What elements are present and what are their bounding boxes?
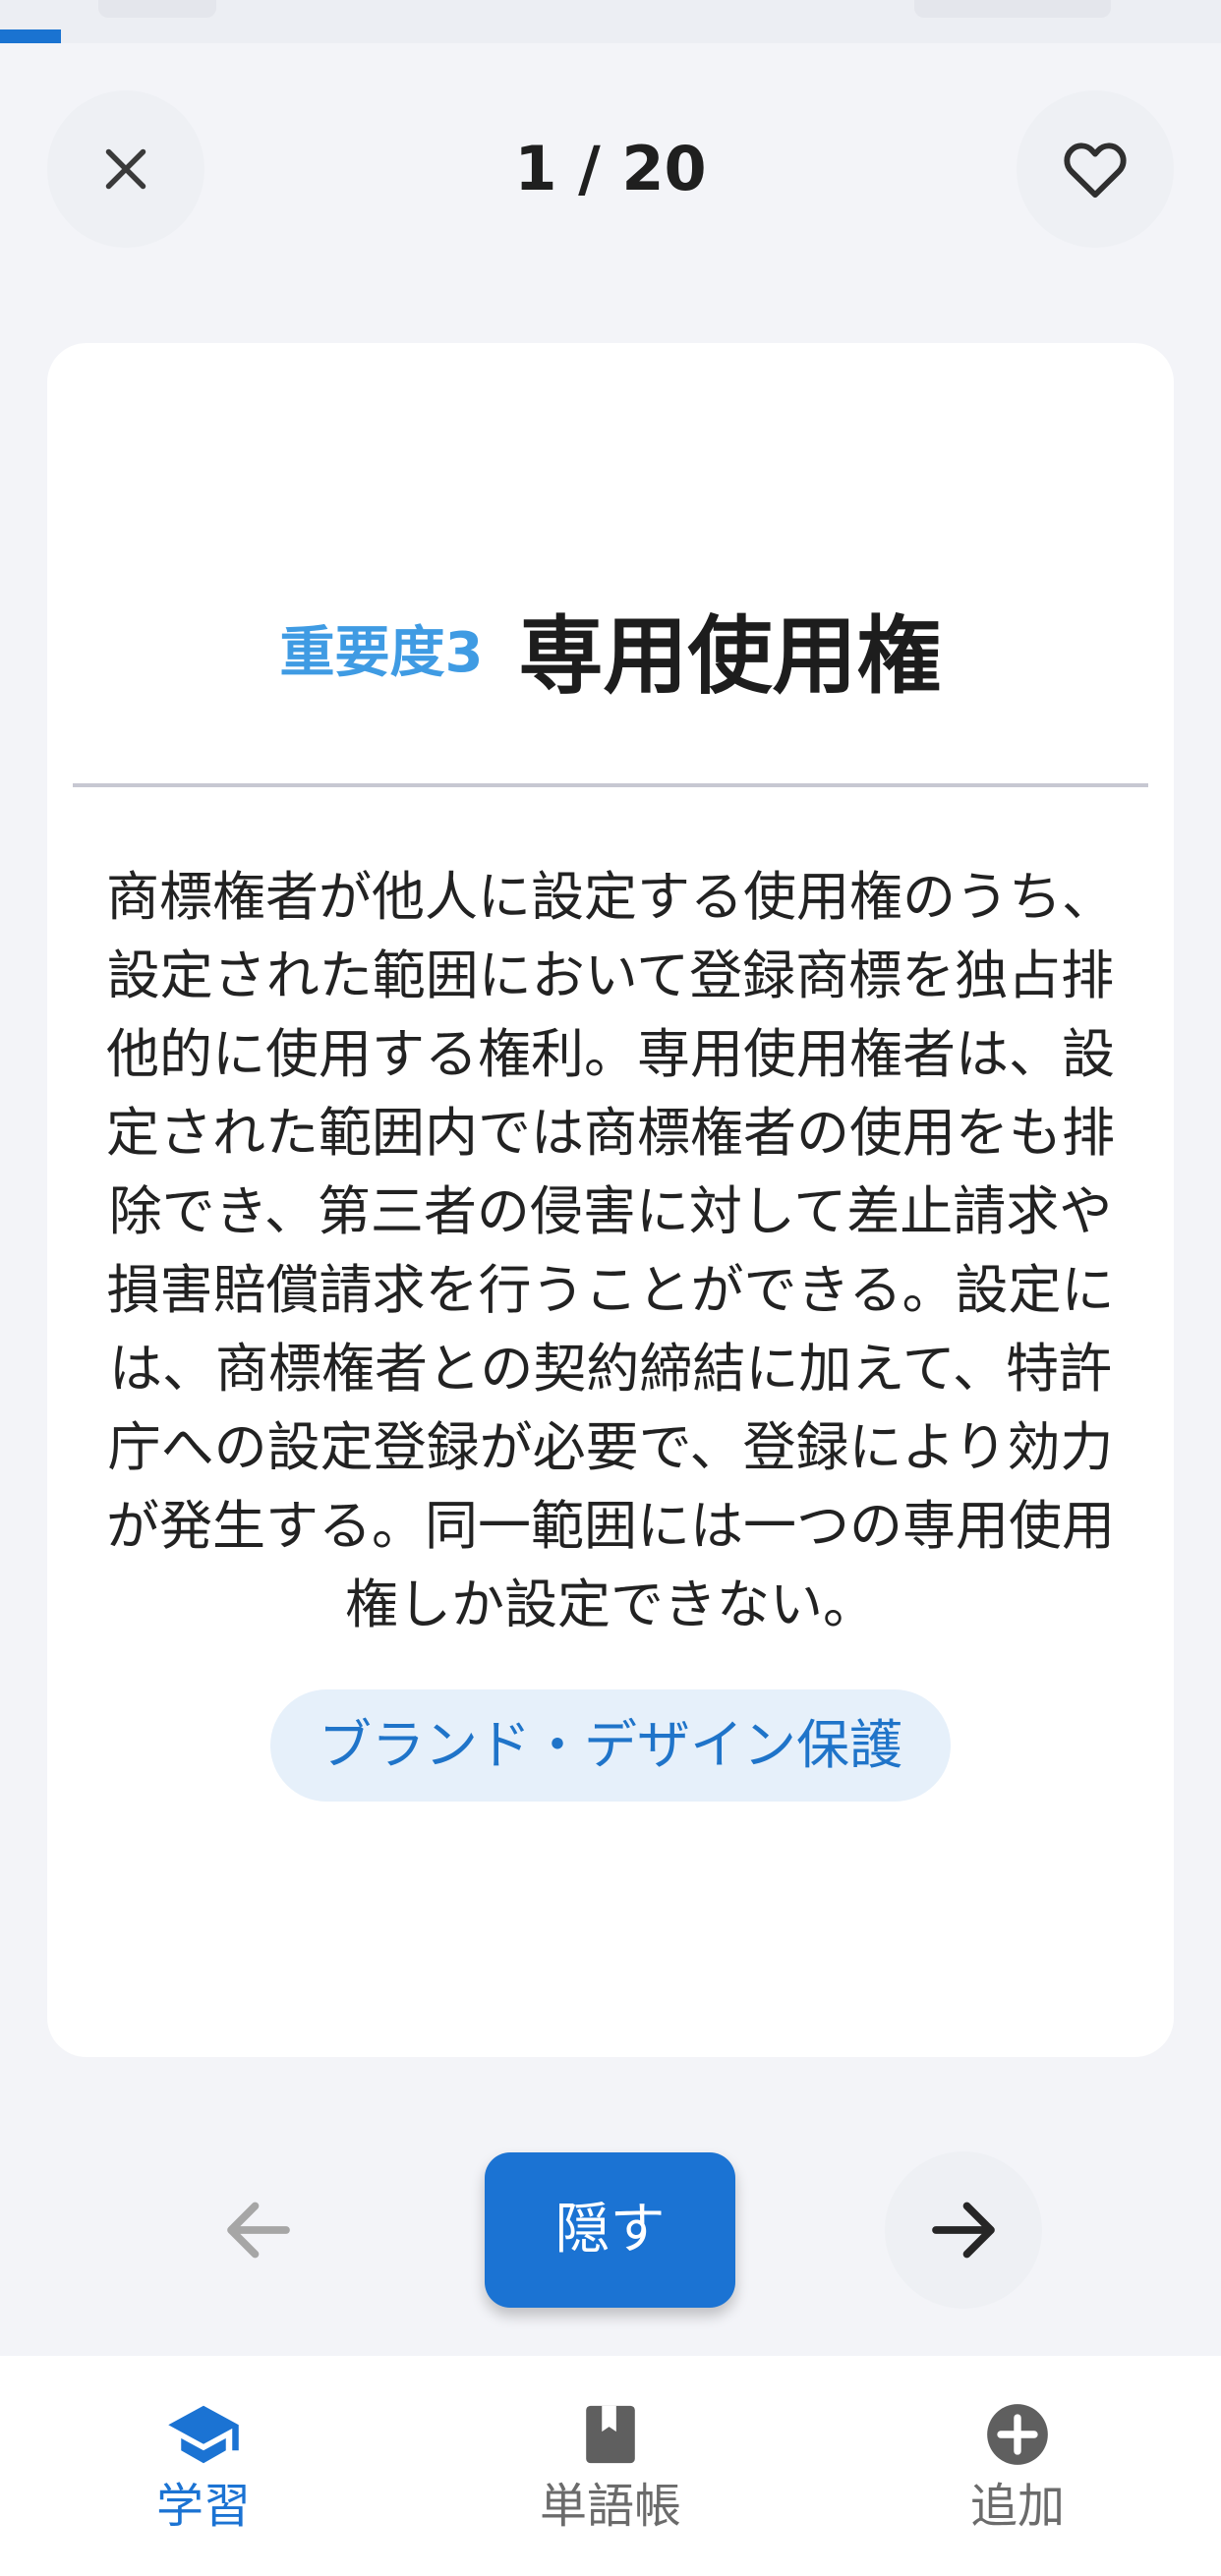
- arrow-right-icon: [932, 2202, 995, 2259]
- definition-line: 損害賠償請求を行うことができる。設定に: [106, 1259, 1115, 1321]
- card-divider: [73, 783, 1148, 787]
- flash-card: 重要度3 専用使用権 商標権者が他人に設定する使用権のうち、 設定された範囲にお…: [47, 343, 1174, 2057]
- definition-line: 他的に使用する権利。専用使用権者は、設: [106, 1023, 1115, 1085]
- nav-item-study[interactable]: 学習: [0, 2356, 407, 2576]
- favorite-button[interactable]: [1017, 90, 1174, 248]
- previous-button[interactable]: [180, 2151, 337, 2309]
- definition-line: は、商標権者との契約締結に加えて、特許: [108, 1338, 1113, 1400]
- nav-item-add[interactable]: 追加: [814, 2356, 1221, 2576]
- nav-label-wordbook: 単語帳: [539, 2479, 681, 2534]
- card-title-row: 重要度3 専用使用権: [47, 594, 1174, 706]
- nav-label-add: 追加: [969, 2479, 1065, 2534]
- bottom-navigation: 学習 単語帳 追加: [0, 2356, 1221, 2576]
- nav-item-wordbook[interactable]: 単語帳: [407, 2356, 814, 2576]
- card-definition: 商標権者が他人に設定する使用権のうち、 設定された範囲において登録商標を独占排 …: [75, 858, 1146, 1644]
- close-icon: [105, 148, 146, 190]
- definition-line: 権しか設定できない。: [345, 1574, 876, 1635]
- definition-line: が発生する。同一範囲には一つの専用使用: [106, 1495, 1115, 1557]
- importance-label: 重要度3: [279, 620, 484, 685]
- graduation-cap-icon: [164, 2395, 243, 2474]
- close-button[interactable]: [47, 90, 204, 248]
- definition-line: 除でき、第三者の侵害に対して差止請求や: [108, 1180, 1113, 1242]
- progress-ghost-right: [914, 0, 1111, 18]
- book-icon: [571, 2395, 650, 2474]
- arrow-left-icon: [227, 2202, 290, 2259]
- definition-line: 定された範囲内では商標権者の使用をも排: [106, 1102, 1115, 1164]
- hide-answer-button[interactable]: 隠す: [485, 2152, 735, 2308]
- card-counter: 1 / 20: [514, 133, 707, 204]
- progress-bar: [0, 0, 1221, 43]
- category-tag[interactable]: ブランド・デザイン保護: [270, 1689, 951, 1802]
- definition-line: 設定された範囲において登録商標を独占排: [106, 945, 1115, 1006]
- definition-line: 商標権者が他人に設定する使用権のうち、: [106, 866, 1115, 928]
- nav-label-study: 学習: [155, 2479, 251, 2534]
- card-term: 専用使用権: [518, 606, 942, 706]
- add-circle-icon: [978, 2395, 1057, 2474]
- progress-fill: [0, 29, 61, 43]
- definition-line: 庁への設定登録が必要で、登録により効力: [107, 1416, 1114, 1478]
- progress-ghost-left: [98, 0, 216, 18]
- next-button[interactable]: [885, 2151, 1042, 2309]
- heart-outline-icon: [1064, 143, 1127, 199]
